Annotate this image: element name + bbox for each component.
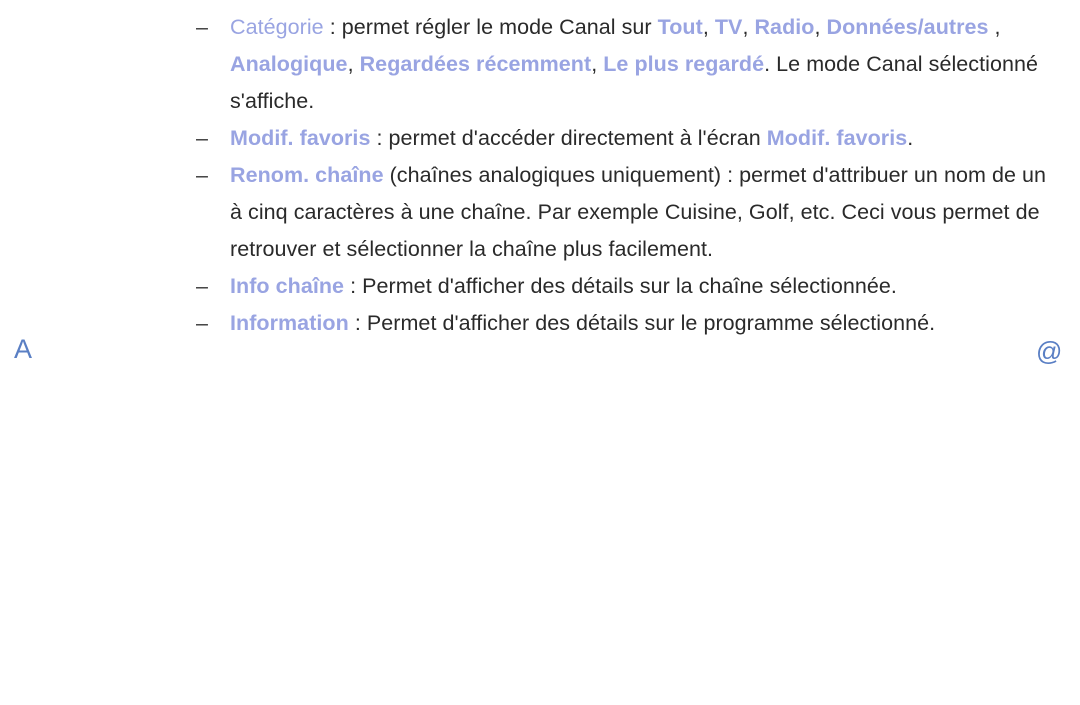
highlight-term: Analogique [230, 52, 348, 76]
list-item-text: Information : Permet d'afficher des déta… [230, 311, 935, 335]
highlight-term: Regardées récemment [359, 52, 592, 76]
list-item: – Information : Permet d'afficher des dé… [0, 305, 1080, 342]
highlight-term: Info chaîne [230, 274, 345, 298]
body-text-run: , [814, 15, 827, 39]
highlight-term: Radio [754, 15, 815, 39]
list-item: – Renom. chaîne (chaînes analogiques uni… [0, 157, 1080, 268]
body-text-run: , [347, 52, 360, 76]
highlight-term: Tout [657, 15, 703, 39]
list-item-text: Modif. favoris : permet d'accéder direct… [230, 126, 913, 150]
body-text-run: . [907, 126, 914, 150]
list-item-text: Renom. chaîne (chaînes analogiques uniqu… [230, 163, 1046, 261]
highlight-term: Modif. favoris [766, 126, 908, 150]
body-text-run: : Permet d'afficher des détails sur la c… [344, 274, 897, 298]
list-item: – Catégorie : permet régler le mode Cana… [0, 9, 1080, 120]
content-column: – Catégorie : permet régler le mode Cana… [0, 0, 1080, 342]
highlight-term: Renom. chaîne [230, 163, 384, 187]
body-text-run: : permet d'accéder directement à l'écran [370, 126, 767, 150]
highlight-term: Modif. favoris [230, 126, 371, 150]
manual-page: A @ – Catégorie : permet régler le mode … [0, 0, 1080, 705]
highlight-term: Catégorie [230, 15, 324, 39]
body-text-run: , [988, 15, 1001, 39]
highlight-term: Le plus regardé [603, 52, 765, 76]
body-text-run: , [591, 52, 604, 76]
highlight-term: Données/autres [826, 15, 989, 39]
body-text-run: : Permet d'afficher des détails sur le p… [348, 311, 936, 335]
highlight-term: Information [230, 311, 349, 335]
bullet-dash-icon: – [196, 163, 209, 187]
bullet-dash-icon: – [196, 274, 209, 298]
list-item: – Modif. favoris : permet d'accéder dire… [0, 120, 1080, 157]
body-text-run: , [742, 15, 755, 39]
highlight-term: TV [714, 15, 743, 39]
body-text-run: , [702, 15, 715, 39]
bullet-dash-icon: – [196, 15, 209, 39]
bullet-dash-icon: – [196, 126, 209, 150]
body-text-run: : permet régler le mode Canal sur [323, 15, 658, 39]
bullet-dash-icon: – [196, 311, 209, 335]
list-item-text: Catégorie : permet régler le mode Canal … [230, 15, 1038, 113]
list-item: – Info chaîne : Permet d'afficher des dé… [0, 268, 1080, 305]
list-item-text: Info chaîne : Permet d'afficher des déta… [230, 274, 897, 298]
